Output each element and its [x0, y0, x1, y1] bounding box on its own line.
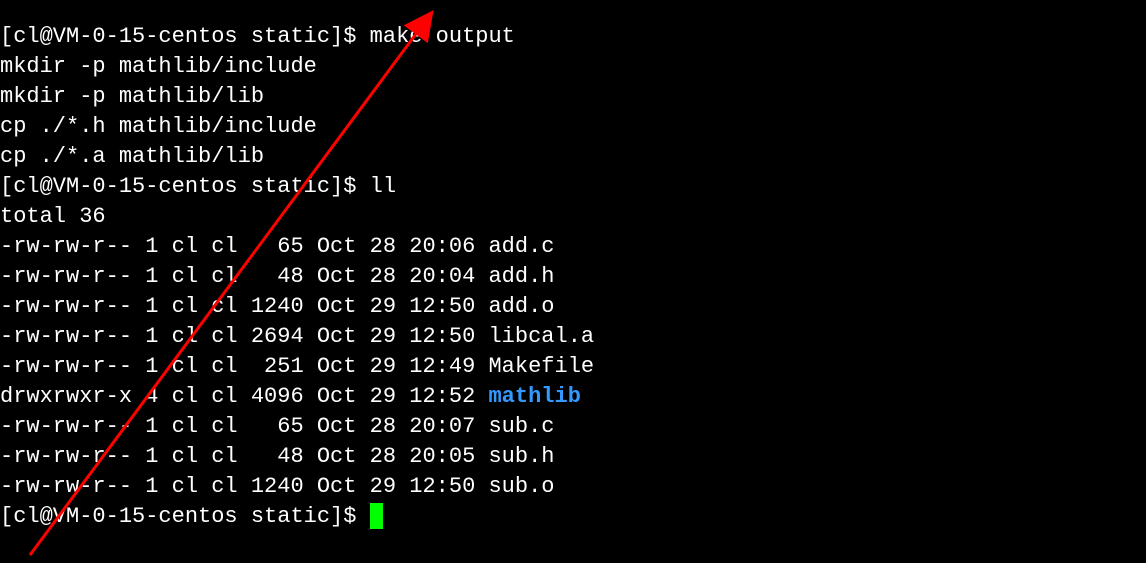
cursor — [370, 503, 383, 529]
terminal-output: [cl@VM-0-15-centos static]$ make output … — [0, 22, 1146, 532]
